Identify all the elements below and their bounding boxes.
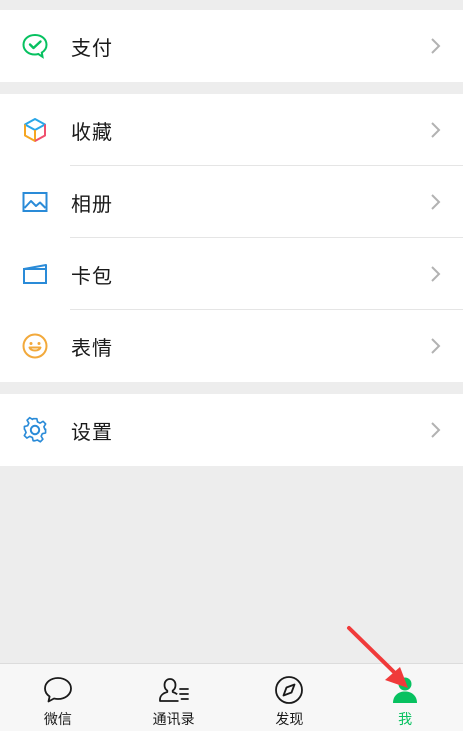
red-arrow-annotation [347,626,408,688]
chevron-right-icon [431,194,441,210]
menu-item-favorites[interactable]: 收藏 [0,94,463,166]
tab-discover[interactable]: 发现 [232,664,348,731]
contacts-icon [157,673,191,707]
menu-item-stickers[interactable]: 表情 [0,310,463,382]
menu-item-settings[interactable]: 设置 [0,394,463,466]
card-wallet-icon [20,259,50,289]
chevron-right-icon [431,38,441,54]
menu-item-label: 支付 [71,35,113,60]
smiley-face-icon [20,331,50,361]
wechat-pay-icon [20,31,50,61]
favorites-cube-icon [20,115,50,145]
tab-label: 通讯录 [152,712,195,728]
content-group: 收藏 相册 卡包 表情 [0,94,463,382]
chevron-right-icon [431,422,441,438]
chevron-right-icon [431,338,441,354]
menu-item-label: 收藏 [71,119,113,144]
chevron-right-icon [431,122,441,138]
settings-group: 设置 [0,394,463,466]
menu-item-cards[interactable]: 卡包 [0,238,463,310]
compass-icon [272,673,306,707]
pay-group: 支付 [0,10,463,82]
photo-album-icon [20,187,50,217]
chat-bubble-icon [41,673,75,707]
menu-item-label: 表情 [71,335,113,360]
menu-item-album[interactable]: 相册 [0,166,463,238]
menu-item-label: 卡包 [71,263,113,288]
chevron-right-icon [431,266,441,282]
menu-item-label: 相册 [71,191,113,216]
tab-label: 发现 [275,712,304,728]
tab-label: 我 [398,712,413,728]
tab-contacts[interactable]: 通讯录 [116,664,232,731]
menu-item-label: 设置 [71,419,113,444]
gear-icon [20,415,50,445]
menu-item-pay[interactable]: 支付 [0,10,463,82]
tab-label: 微信 [43,712,72,728]
tab-chats[interactable]: 微信 [0,664,116,731]
